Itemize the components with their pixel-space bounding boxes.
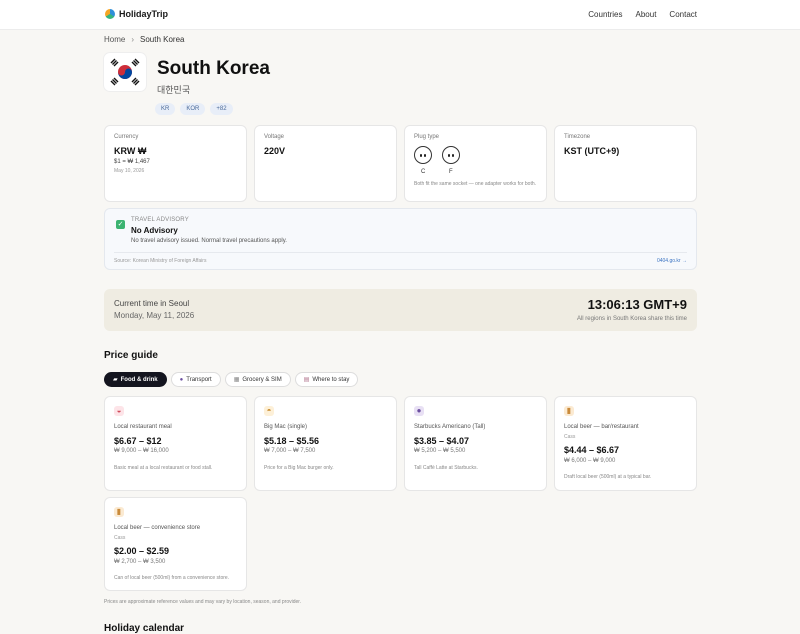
item-description: Draft local beer (500ml) at a typical ba… xyxy=(564,474,652,480)
item-price: $5.18 – $5.56 xyxy=(264,436,320,446)
country-codes: KR KOR +82 xyxy=(155,103,233,115)
price-card: ◒ Local restaurant meal $6.67 – $12 ₩ 9,… xyxy=(104,396,247,491)
advisory-link[interactable]: 0404.go.kr → xyxy=(657,258,687,264)
breadcrumb-home[interactable]: Home xyxy=(104,35,125,44)
plug-type-c: C xyxy=(421,169,426,175)
main-nav: Countries About Contact xyxy=(588,10,697,19)
nav-countries[interactable]: Countries xyxy=(588,10,622,19)
breadcrumb-separator: › xyxy=(131,35,135,44)
tab-where-to-stay[interactable]: ▤ Where to stay xyxy=(294,372,359,387)
advisory-title: No Advisory xyxy=(131,226,178,235)
voltage-value: 220V xyxy=(264,146,286,156)
check-icon: ✓ xyxy=(116,220,125,229)
tab-grocery-sim[interactable]: ▦ Grocery & SIM xyxy=(224,372,291,387)
divider xyxy=(114,252,687,253)
price-footnote: Prices are approximate reference values … xyxy=(104,599,302,605)
item-local-price: ₩ 5,200 – ₩ 5,500 xyxy=(414,448,466,454)
price-guide-tabs: ▰ Food & drink ● Transport ▦ Grocery & S… xyxy=(104,372,359,387)
item-local-price: ₩ 2,700 – ₩ 3,500 xyxy=(114,559,166,565)
item-price: $2.00 – $2.59 xyxy=(114,546,170,556)
item-description: Tall Caffè Latte at Starbucks. xyxy=(414,465,478,471)
timezone-value: KST (UTC+9) xyxy=(564,146,620,156)
currency-label: Currency xyxy=(114,134,139,140)
timezone-card: Timezone KST (UTC+9) xyxy=(554,125,697,202)
travel-advisory: ✓ TRAVEL ADVISORY No Advisory No travel … xyxy=(104,208,697,270)
price-guide-title: Price guide xyxy=(104,350,158,361)
item-price: $3.85 – $4.07 xyxy=(414,436,470,446)
plug-note: Both fit the same socket — one adapter w… xyxy=(414,181,537,187)
rate-date: May 10, 2026 xyxy=(114,168,145,174)
burger-icon: ◓ xyxy=(264,406,274,416)
voltage-card: Voltage 220V xyxy=(254,125,397,202)
item-name: Starbucks Americano (Tall) xyxy=(414,424,486,430)
tab-food-drink[interactable]: ▰ Food & drink xyxy=(104,372,167,387)
price-card: ◓ Big Mac (single) $5.18 – $5.56 ₩ 7,000… xyxy=(254,396,397,491)
voltage-label: Voltage xyxy=(264,134,285,140)
time-note: All regions in South Korea share this ti… xyxy=(576,316,687,322)
plug-c-icon xyxy=(414,146,432,164)
advisory-source: Source: Korean Ministry of Foreign Affai… xyxy=(114,258,207,264)
currency-card: Currency KRW ₩ $1 = ₩ 1,467 May 10, 2026 xyxy=(104,125,247,202)
beer-icon: ▮ xyxy=(564,406,574,416)
clock-value: 13:06:13 GMT+9 xyxy=(587,297,687,312)
bowl-icon: ◒ xyxy=(114,406,124,416)
item-name: Local beer — bar/restaurant xyxy=(564,424,639,430)
code-badge-iso3: KOR xyxy=(180,103,206,115)
plug-label: Plug type xyxy=(414,134,440,140)
tab-transport[interactable]: ● Transport xyxy=(170,372,221,387)
flag-icon xyxy=(104,53,146,91)
brand-logo[interactable]: HolidayTrip xyxy=(105,9,168,19)
timezone-label: Timezone xyxy=(564,134,591,140)
item-name: Local restaurant meal xyxy=(114,424,172,430)
item-description: Price for a Big Mac burger only. xyxy=(264,465,334,471)
food-icon: ▰ xyxy=(113,377,118,383)
item-price: $6.67 – $12 xyxy=(114,436,162,446)
grocery-icon: ▦ xyxy=(233,377,240,383)
plug-card: Plug type C F Both fit the same socket —… xyxy=(404,125,547,202)
code-badge-iso2: KR xyxy=(155,103,176,115)
coffee-icon: ● xyxy=(414,406,424,416)
brand-name: HolidayTrip xyxy=(119,9,169,19)
time-date: Monday, May 11, 2026 xyxy=(114,311,195,320)
plug-f-icon xyxy=(442,146,460,164)
transport-icon: ● xyxy=(179,376,184,383)
beer-icon: ▮ xyxy=(114,507,124,517)
item-local-price: ₩ 7,000 – ₩ 7,500 xyxy=(264,448,316,454)
price-card: ● Starbucks Americano (Tall) $3.85 – $4.… xyxy=(404,396,547,491)
tab-label: Food & drink xyxy=(120,376,158,383)
exchange-rate: $1 = ₩ 1,467 xyxy=(114,159,150,165)
plug-type-f: F xyxy=(449,169,453,175)
native-name: 대한민국 xyxy=(157,85,191,95)
breadcrumb: Home › South Korea xyxy=(104,35,185,44)
globe-icon xyxy=(105,9,115,19)
page-title: South Korea xyxy=(157,58,270,79)
breadcrumb-current: South Korea xyxy=(140,35,185,44)
time-label: Current time in Seoul xyxy=(114,299,190,308)
item-name: Big Mac (single) xyxy=(264,424,308,430)
current-time-panel: Current time in Seoul Monday, May 11, 20… xyxy=(104,289,697,331)
code-badge-dial: +82 xyxy=(210,103,233,115)
price-card: ▮ Local beer — convenience store Cass $2… xyxy=(104,497,247,591)
item-price: $4.44 – $6.67 xyxy=(564,445,620,455)
nav-about[interactable]: About xyxy=(636,10,657,19)
item-description: Can of local beer (500ml) from a conveni… xyxy=(114,575,230,581)
hotel-icon: ▤ xyxy=(303,377,310,383)
tab-label: Where to stay xyxy=(312,376,350,383)
top-header: HolidayTrip Countries About Contact xyxy=(0,0,800,30)
advisory-description: No travel advisory issued. Normal travel… xyxy=(131,238,287,244)
advisory-kicker: TRAVEL ADVISORY xyxy=(131,217,189,223)
item-name: Local beer — convenience store xyxy=(114,525,201,531)
price-card: ▮ Local beer — bar/restaurant Cass $4.44… xyxy=(554,396,697,491)
item-local-price: ₩ 9,000 – ₩ 16,000 xyxy=(114,448,169,454)
item-local-price: ₩ 6,000 – ₩ 9,000 xyxy=(564,458,616,464)
nav-contact[interactable]: Contact xyxy=(669,10,697,19)
tab-label: Transport xyxy=(186,376,212,383)
currency-value: KRW ₩ xyxy=(114,146,147,156)
item-description: Basic meal at a local restaurant or food… xyxy=(114,465,213,471)
item-brand: Cass xyxy=(564,434,576,440)
item-brand: Cass xyxy=(114,535,126,541)
tab-label: Grocery & SIM xyxy=(242,376,282,383)
